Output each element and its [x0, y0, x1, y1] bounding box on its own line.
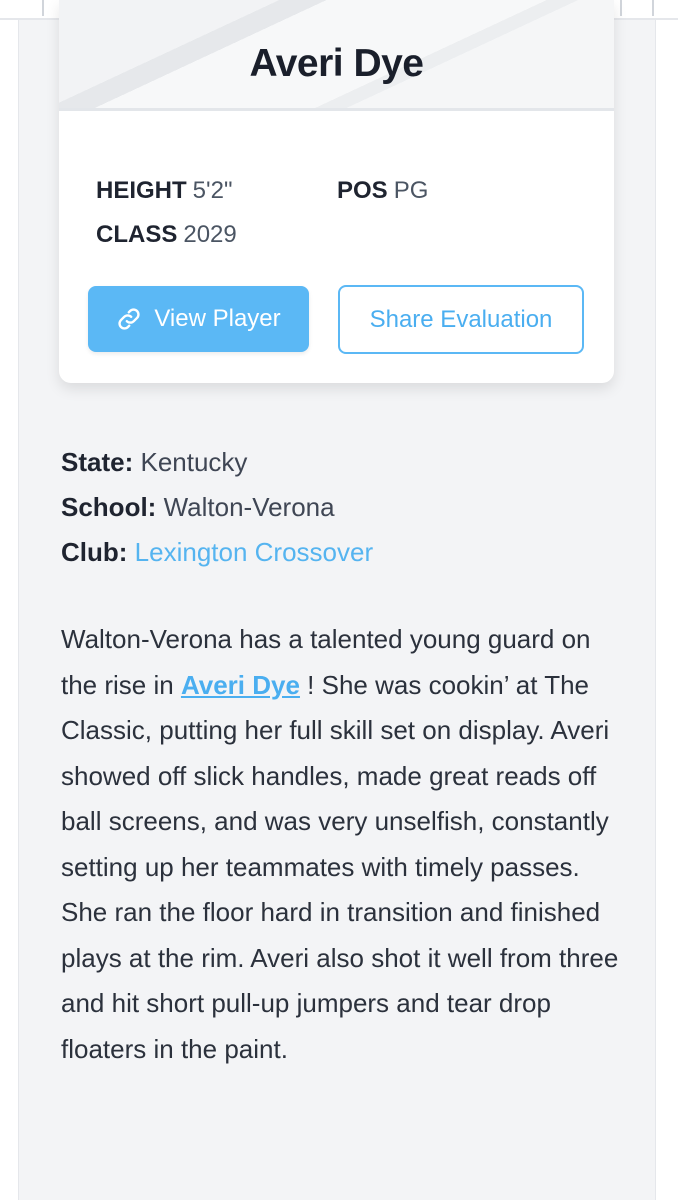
- share-evaluation-label: Share Evaluation: [369, 305, 553, 333]
- info-club-label: Club:: [61, 537, 128, 567]
- stat-position-value: PG: [393, 177, 429, 204]
- stat-height-label: HEIGHT: [96, 177, 187, 204]
- player-name: Averi Dye: [249, 42, 425, 85]
- divider-tick: [620, 0, 622, 16]
- divider-tick: [42, 0, 44, 16]
- stat-height-value: 5'2": [192, 177, 233, 204]
- evaluation-panel: Averi Dye HEIGHT 5'2" POS PG CLASS 2029 Vie…: [18, 0, 656, 1200]
- stat-class-value: 2029: [183, 221, 237, 248]
- club-link[interactable]: Lexington Crossover: [135, 537, 373, 567]
- info-school-value: Walton-Verona: [163, 492, 335, 522]
- share-evaluation-button[interactable]: Share Evaluation: [338, 285, 584, 354]
- view-player-label: View Player: [154, 305, 281, 332]
- stat-class-label: CLASS: [96, 221, 178, 248]
- info-state-label: State:: [61, 447, 134, 477]
- info-school-label: School:: [61, 492, 157, 522]
- divider-tick: [652, 0, 654, 16]
- stat-class: CLASS 2029: [96, 221, 237, 249]
- info-club: Club: Lexington Crossover: [61, 537, 373, 568]
- player-card: Averi Dye HEIGHT 5'2" POS PG CLASS 2029 Vie…: [59, 0, 614, 383]
- info-school: School: Walton-Verona: [61, 492, 335, 523]
- evaluation-text-end: ! She was cookin’ at The Classic, puttin…: [61, 669, 619, 1064]
- evaluation-text: Walton-Verona has a talented young guard…: [61, 617, 621, 1072]
- link-icon: [116, 306, 142, 332]
- view-player-button[interactable]: View Player: [88, 286, 309, 352]
- info-state-value: Kentucky: [140, 447, 248, 477]
- player-card-header: Averi Dye: [59, 0, 614, 111]
- info-state: State: Kentucky: [61, 447, 247, 478]
- stat-position-label: POS: [337, 177, 388, 204]
- stat-height: HEIGHT 5'2": [96, 177, 232, 205]
- player-name-link[interactable]: Averi Dye: [181, 670, 300, 700]
- stat-position: POS PG: [337, 177, 428, 205]
